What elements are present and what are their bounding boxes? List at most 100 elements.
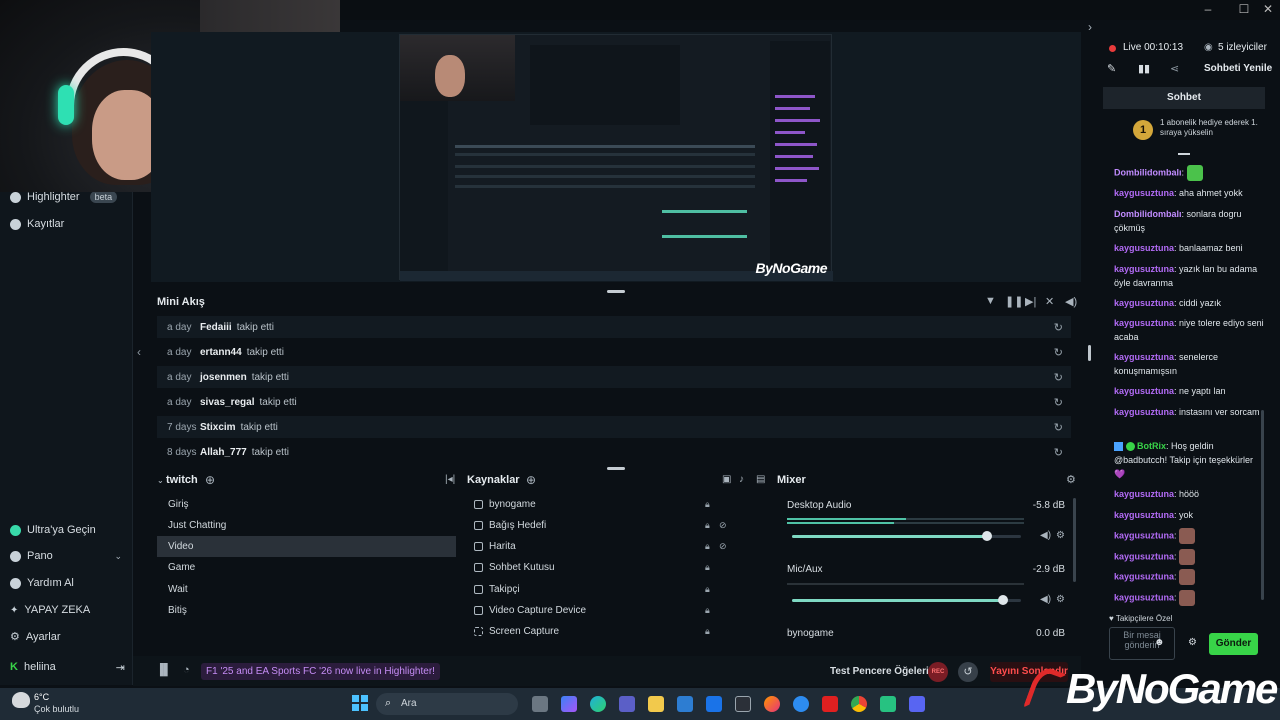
lock-icon[interactable]: 🔒︎ <box>705 520 710 531</box>
chat-username[interactable]: kaygusuztuna <box>1114 386 1174 396</box>
lock-icon[interactable]: 🔒︎ <box>705 584 710 595</box>
source-item[interactable]: Harita 🔒︎ ⊘ <box>467 536 765 557</box>
replay-icon[interactable]: ↻ <box>1054 321 1063 334</box>
scene-item-active[interactable]: Video <box>157 536 456 557</box>
sidebar-item-dashboard[interactable]: Pano ⌄ <box>10 550 122 562</box>
gear-icon[interactable]: ⚙ <box>1056 594 1065 605</box>
speaker-icon[interactable]: ◀) <box>1040 530 1051 541</box>
share-icon[interactable]: ⋖ <box>1170 62 1179 75</box>
resize-handle[interactable] <box>607 290 625 293</box>
scene-item[interactable]: Giriş <box>157 494 456 515</box>
source-item[interactable]: bynogame 🔒︎ <box>467 494 765 515</box>
chat-username[interactable]: kaygusuztuna <box>1114 352 1174 362</box>
add-scene-icon[interactable]: ⊕ <box>205 473 215 487</box>
sidebar-item-ai[interactable]: ✦ YAPAY ZEKA <box>10 604 90 616</box>
replay-buffer-button[interactable]: ↺ <box>958 662 978 682</box>
hidden-eye-icon[interactable]: ⊘ <box>719 541 727 552</box>
mute-alerts-icon[interactable]: ✕ <box>1045 295 1054 308</box>
record-button[interactable]: REC <box>928 662 948 682</box>
youtube-icon[interactable] <box>822 696 838 712</box>
maximize-icon[interactable]: ☐ <box>1234 2 1254 16</box>
scene-transition-icon[interactable]: |◂| <box>445 474 455 485</box>
replay-icon[interactable]: ↻ <box>1054 346 1063 359</box>
replay-icon[interactable]: ↻ <box>1054 371 1063 384</box>
replay-icon[interactable]: ↻ <box>1054 396 1063 409</box>
chat-username[interactable]: kaygusuztuna <box>1114 530 1174 540</box>
mixer-settings-icon[interactable]: ⚙ <box>1066 473 1076 486</box>
sidebar-item-highlighter[interactable]: Highlighter beta <box>10 191 118 203</box>
pause-icon[interactable]: ❚❚ <box>1005 295 1023 308</box>
close-icon[interactable]: ✕ <box>1258 2 1278 16</box>
chrome-icon[interactable] <box>851 696 867 712</box>
replay-icon[interactable]: ↻ <box>1054 446 1063 459</box>
test-widgets-button[interactable]: Test Pencere Öğeleri <box>830 666 929 677</box>
lock-icon[interactable]: 🔒︎ <box>705 605 710 616</box>
lock-icon[interactable]: 🔒︎ <box>705 541 710 552</box>
chat-username[interactable]: kaygusuztuna <box>1114 592 1174 602</box>
scene-item[interactable]: Game <box>157 557 456 578</box>
source-item[interactable]: Bağış Hedefi 🔒︎ ⊘ <box>467 515 765 536</box>
streamlabs-icon[interactable] <box>880 696 896 712</box>
copilot-icon[interactable] <box>561 696 577 712</box>
source-folder-icon[interactable]: ▤ <box>756 474 765 485</box>
replay-icon[interactable]: ↻ <box>1054 421 1063 434</box>
volume-slider[interactable] <box>792 531 1021 541</box>
chat-username[interactable]: BotRix <box>1137 441 1166 451</box>
lock-icon[interactable]: 🔒︎ <box>705 499 710 510</box>
collapse-handle[interactable] <box>1178 153 1190 155</box>
emoji-icon[interactable]: ☻ <box>1154 637 1165 648</box>
volume-slider[interactable] <box>792 595 1021 605</box>
speaker-icon[interactable]: ◀) <box>1040 594 1051 605</box>
outlook-icon[interactable] <box>706 696 722 712</box>
taskbar-search[interactable]: Ara <box>376 693 518 715</box>
stream-preview[interactable]: ByNoGame <box>151 32 1081 282</box>
scene-item[interactable]: Bitiş <box>157 600 456 621</box>
chat-username[interactable]: kaygusuztuna <box>1114 407 1174 417</box>
source-group-icon[interactable]: ▣ <box>722 474 731 485</box>
chat-username[interactable]: Dombilidombalı <box>1114 167 1182 177</box>
mixer-scrollbar[interactable] <box>1073 498 1076 582</box>
highlighter-banner[interactable]: F1 '25 and EA Sports FC '26 now live in … <box>201 663 440 680</box>
source-item[interactable]: Video Capture Device 🔒︎ <box>467 600 765 621</box>
volume-icon[interactable]: ◀) <box>1065 295 1077 308</box>
sidebar-item-help[interactable]: Yardım Al <box>10 577 74 589</box>
edit-icon[interactable]: ✎ <box>1107 62 1116 75</box>
sidebar-item-ultra[interactable]: Ultra'ya Geçin <box>10 524 96 536</box>
lock-icon[interactable]: 🔒︎ <box>705 626 710 637</box>
source-item[interactable]: Sohbet Kutusu 🔒︎ <box>467 557 765 578</box>
logout-icon[interactable]: ⇥ <box>116 661 125 674</box>
resize-handle[interactable] <box>607 467 625 470</box>
browser-icon[interactable] <box>793 696 809 712</box>
hidden-eye-icon[interactable]: ⊘ <box>719 520 727 531</box>
discord-icon[interactable] <box>909 696 925 712</box>
scene-item[interactable]: Wait <box>157 579 456 600</box>
stats-icon[interactable]: ▐▌ <box>156 664 172 676</box>
sidebar-user[interactable]: K heliina ⇥ <box>10 661 125 674</box>
send-button[interactable]: Gönder <box>1209 633 1258 655</box>
chat-username[interactable]: kaygusuztuna <box>1114 510 1174 520</box>
windows-start-icon[interactable] <box>352 695 368 711</box>
filter-icon[interactable]: ▼ <box>985 295 996 307</box>
chat-username[interactable]: kaygusuztuna <box>1114 298 1174 308</box>
scene-item[interactable]: Just Chatting <box>157 515 456 536</box>
edge-icon[interactable] <box>590 696 606 712</box>
sidebar-item-settings[interactable]: ⚙ Ayarlar <box>10 630 61 644</box>
gear-icon[interactable]: ⚙ <box>1056 530 1065 541</box>
add-source-icon[interactable]: ⊕ <box>526 473 536 487</box>
minimize-icon[interactable]: – <box>1198 2 1218 16</box>
expand-right-icon[interactable]: › <box>1088 20 1092 34</box>
chat-scrollbar[interactable] <box>1261 410 1264 600</box>
chat-username[interactable]: kaygusuztuna <box>1114 243 1174 253</box>
lock-icon[interactable]: 🔒︎ <box>705 562 710 573</box>
chevron-down-icon[interactable]: ⌄ <box>114 551 122 562</box>
chat-settings-icon[interactable]: ⚙ <box>1188 637 1197 648</box>
sidebar-item-recordings[interactable]: Kayıtlar <box>10 218 64 230</box>
widget-icon[interactable]: ▮▮ <box>1138 62 1150 75</box>
chat-input[interactable]: Bir mesaj gönderin <box>1109 627 1175 660</box>
chat-username[interactable]: Dombilidombalı <box>1114 209 1182 219</box>
chat-username[interactable]: kaygusuztuna <box>1114 188 1174 198</box>
refresh-chat-button[interactable]: Sohbeti Yenile <box>1204 63 1272 74</box>
app-icon[interactable] <box>735 696 751 712</box>
source-audio-icon[interactable]: ♪ <box>739 474 744 485</box>
source-item[interactable]: Screen Capture 🔒︎ <box>467 621 765 642</box>
